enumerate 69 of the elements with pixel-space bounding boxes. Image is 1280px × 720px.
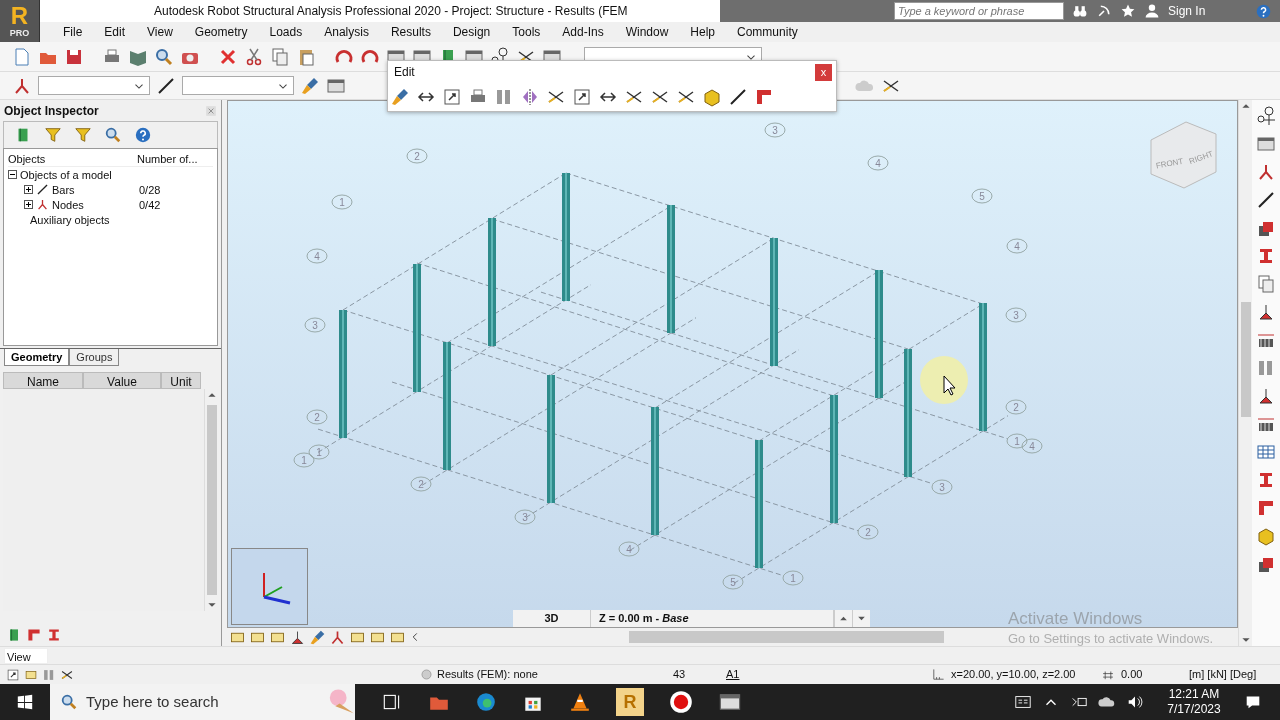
- app-logo[interactable]: R PRO: [0, 0, 40, 42]
- menu-item[interactable]: Add-Ins: [551, 23, 615, 41]
- column-header: Name: [3, 371, 83, 389]
- count-text: 0/28: [139, 182, 162, 198]
- activation-title: Activate Windows: [1008, 609, 1144, 629]
- sign-in-link[interactable]: Sign In: [1168, 2, 1206, 20]
- grid-bubble: 4: [867, 155, 889, 171]
- grid-bubble: 4: [306, 248, 328, 264]
- grid-bubble: 3: [304, 317, 326, 333]
- menu-item[interactable]: Window: [614, 23, 680, 41]
- grid-bubble: 1: [308, 444, 330, 460]
- grid-bubble: 2: [857, 524, 879, 540]
- taskbar-search[interactable]: Type here to search: [50, 684, 355, 720]
- angle-text: 0.00: [1121, 667, 1144, 683]
- menu-item[interactable]: Tools: [501, 23, 552, 41]
- clock-date: 7/17/2023: [1166, 702, 1222, 717]
- grid-bubble: 1: [1006, 433, 1028, 449]
- status-number: 43: [673, 667, 687, 683]
- grid-bubble: 3: [931, 479, 953, 495]
- coordinates-text: x=20.00, y=10.00, z=2.00: [951, 667, 1077, 683]
- clock-time: 12:21 AM: [1167, 687, 1221, 702]
- grid-bubble: 3: [514, 509, 536, 525]
- column-header: Number of...: [137, 152, 199, 167]
- count-text: 0/42: [139, 197, 162, 213]
- tab[interactable]: Geometry: [4, 348, 70, 366]
- grid-bubble: 3: [1005, 307, 1027, 323]
- column-header: Unit: [161, 371, 201, 389]
- grid-bubble: 4: [1021, 438, 1043, 454]
- results-status: Results (FEM): none: [437, 667, 539, 683]
- grid-bubble: 2: [410, 476, 432, 492]
- menu-item[interactable]: Results: [379, 23, 442, 41]
- tree-item[interactable]: Auxiliary objects: [30, 211, 110, 229]
- grid-bubble: 2: [1005, 399, 1027, 415]
- tab[interactable]: Groups: [69, 348, 120, 366]
- menu-item[interactable]: Edit: [93, 23, 137, 41]
- grid-bubble: 1: [293, 452, 315, 468]
- menu-item[interactable]: View: [136, 23, 184, 41]
- tree-item[interactable]: Nodes: [52, 196, 84, 214]
- search-field[interactable]: Type a keyword or phrase: [894, 2, 1064, 20]
- grid-bubble: 2: [406, 148, 428, 164]
- column-header: Objects: [8, 152, 46, 167]
- toolbar-title: Edit: [394, 64, 415, 81]
- close-button[interactable]: x: [815, 63, 832, 81]
- column-header: Value: [83, 371, 161, 389]
- view-field[interactable]: View: [4, 647, 48, 664]
- view-mode-label: 3D: [513, 610, 591, 627]
- menu-item[interactable]: Analysis: [313, 23, 380, 41]
- menu-item[interactable]: Geometry: [183, 23, 259, 41]
- grid-bubble: 3: [764, 122, 786, 138]
- menu-item[interactable]: Community: [726, 23, 809, 41]
- level-label: Z = 0.00 m - Base: [591, 610, 834, 627]
- grid-bubble: 2: [306, 409, 328, 425]
- grid-bubble: 1: [782, 570, 804, 586]
- tree-item[interactable]: Objects of a model: [20, 166, 112, 184]
- grid-bubble: 5: [971, 188, 993, 204]
- grid-bubble: 1: [331, 194, 353, 210]
- tree-item[interactable]: Bars: [52, 181, 75, 199]
- grid-bubble: 4: [618, 541, 640, 557]
- grid-bubble: 4: [1006, 238, 1028, 254]
- menu-item[interactable]: File: [52, 23, 94, 41]
- units-text: [m] [kN] [Deg]: [1189, 667, 1257, 683]
- case-label: A1: [726, 667, 741, 683]
- menu-item[interactable]: Design: [441, 23, 502, 41]
- activation-text: Go to Settings to activate Windows.: [1008, 630, 1214, 648]
- menu-item[interactable]: Help: [679, 23, 727, 41]
- window-title: Autodesk Robot Structural Analysis Professional 2020 - Project: Structure - Results (FEM: [154, 3, 628, 20]
- menu-item[interactable]: Loads: [258, 23, 314, 41]
- panel-title: Object Inspector: [4, 102, 99, 120]
- grid-bubble: 5: [722, 574, 744, 590]
